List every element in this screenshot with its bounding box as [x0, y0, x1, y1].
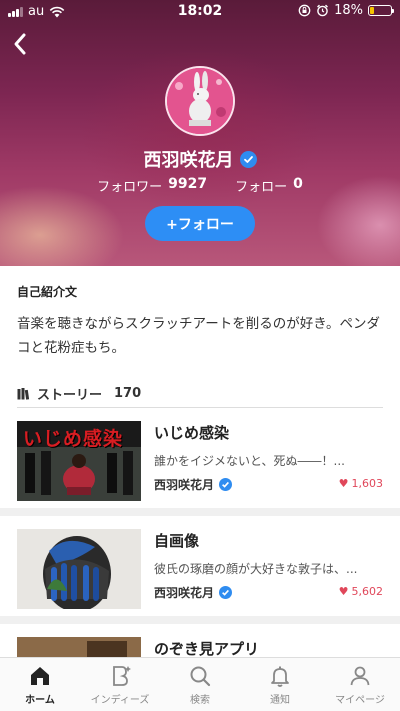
story-author-name: 西羽咲花月 [154, 586, 215, 600]
tab-mypage[interactable]: マイページ [320, 658, 400, 711]
stories-heading: ストーリー 170 [17, 384, 141, 403]
heart-icon: ♥ [338, 585, 349, 598]
followers-label[interactable]: フォロワー [97, 176, 162, 195]
tab-label: ホーム [25, 695, 55, 706]
profile-name-row: 西羽咲花月 [0, 146, 400, 172]
profile-header: au 18:02 18% 西羽咲花月 フォロワー 9927 フォロー 0 +フォ… [0, 0, 400, 266]
follow-stats: フォロワー 9927 フォロー 0 [0, 176, 400, 195]
search-icon [190, 666, 211, 687]
heart-icon: ♥ [338, 477, 349, 490]
story-excerpt: 彼氏の琢磨の顔が大好きな敦子は、... [154, 562, 358, 576]
alarm-icon [317, 4, 329, 17]
chevron-left-icon [14, 33, 26, 55]
bio-heading: 自己紹介文 [17, 285, 78, 299]
followers-count[interactable]: 9927 [168, 176, 207, 195]
verified-badge-icon [219, 478, 233, 491]
story-title[interactable]: 自画像 [154, 530, 199, 551]
story-likes-count: 1,603 [351, 477, 384, 490]
tab-indies[interactable]: インディーズ [80, 658, 160, 711]
story-author-name: 西羽咲花月 [154, 478, 215, 492]
books-icon [17, 387, 30, 400]
person-icon [350, 666, 370, 686]
tab-label: インディーズ [90, 695, 150, 706]
story-separator [0, 616, 400, 624]
battery-percent: 18% [334, 3, 363, 18]
stories-label: ストーリー [37, 388, 103, 403]
story-title[interactable]: いじめ感染 [154, 422, 229, 443]
tab-search[interactable]: 検索 [160, 658, 240, 711]
story-likes: ♥ 5,602 [339, 585, 383, 598]
following-count[interactable]: 0 [293, 176, 303, 195]
story-card[interactable]: いじめ感染 いじめ感染 誰かをイジメないと、死ぬ――！... 西羽咲花月 ♥ 1… [0, 408, 400, 516]
battery-icon [368, 5, 394, 16]
stories-count: 170 [114, 386, 142, 401]
story-card[interactable]: 自画像 彼氏の琢磨の顔が大好きな敦子は、... 西羽咲花月 ♥ 5,602 [0, 516, 400, 624]
tab-bar: ホーム インディーズ 検索 通知 マイページ [0, 657, 400, 711]
bell-icon [271, 666, 289, 687]
avatar[interactable] [165, 66, 235, 136]
tab-home[interactable]: ホーム [0, 658, 80, 711]
back-button[interactable] [6, 28, 34, 60]
indies-icon [113, 666, 131, 686]
tab-label: 通知 [270, 695, 290, 706]
follow-button[interactable]: +フォロー [145, 206, 255, 241]
verified-badge-icon [219, 586, 233, 599]
status-bar: au 18:02 18% [0, 0, 400, 24]
profile-name: 西羽咲花月 [143, 150, 234, 171]
tab-notifications[interactable]: 通知 [240, 658, 320, 711]
rabbit-figure-icon [167, 68, 233, 134]
story-author[interactable]: 西羽咲花月 [154, 584, 233, 601]
status-right: 18% [298, 3, 394, 18]
battery-level [370, 7, 374, 14]
story-author[interactable]: 西羽咲花月 [154, 476, 233, 493]
home-icon [31, 667, 49, 685]
rotation-lock-icon [298, 4, 311, 17]
story-excerpt: 誰かをイジメないと、死ぬ――！... [154, 454, 345, 468]
story-thumbnail-title: いじめ感染 [23, 428, 124, 450]
tab-label: マイページ [335, 695, 385, 706]
tab-label: 検索 [190, 695, 210, 706]
following-label[interactable]: フォロー [235, 176, 287, 195]
story-separator [0, 508, 400, 516]
story-likes-count: 5,602 [351, 585, 384, 598]
bio-text: 音楽を聴きながらスクラッチアートを削るのが好き。ペンダコと花粉症もち。 [17, 316, 381, 356]
story-likes: ♥ 1,603 [339, 477, 383, 490]
story-title[interactable]: のぞき見アプリ [154, 638, 259, 659]
story-thumbnail [17, 529, 141, 609]
story-thumbnail: いじめ感染 [17, 421, 141, 501]
verified-badge-icon [239, 150, 257, 168]
